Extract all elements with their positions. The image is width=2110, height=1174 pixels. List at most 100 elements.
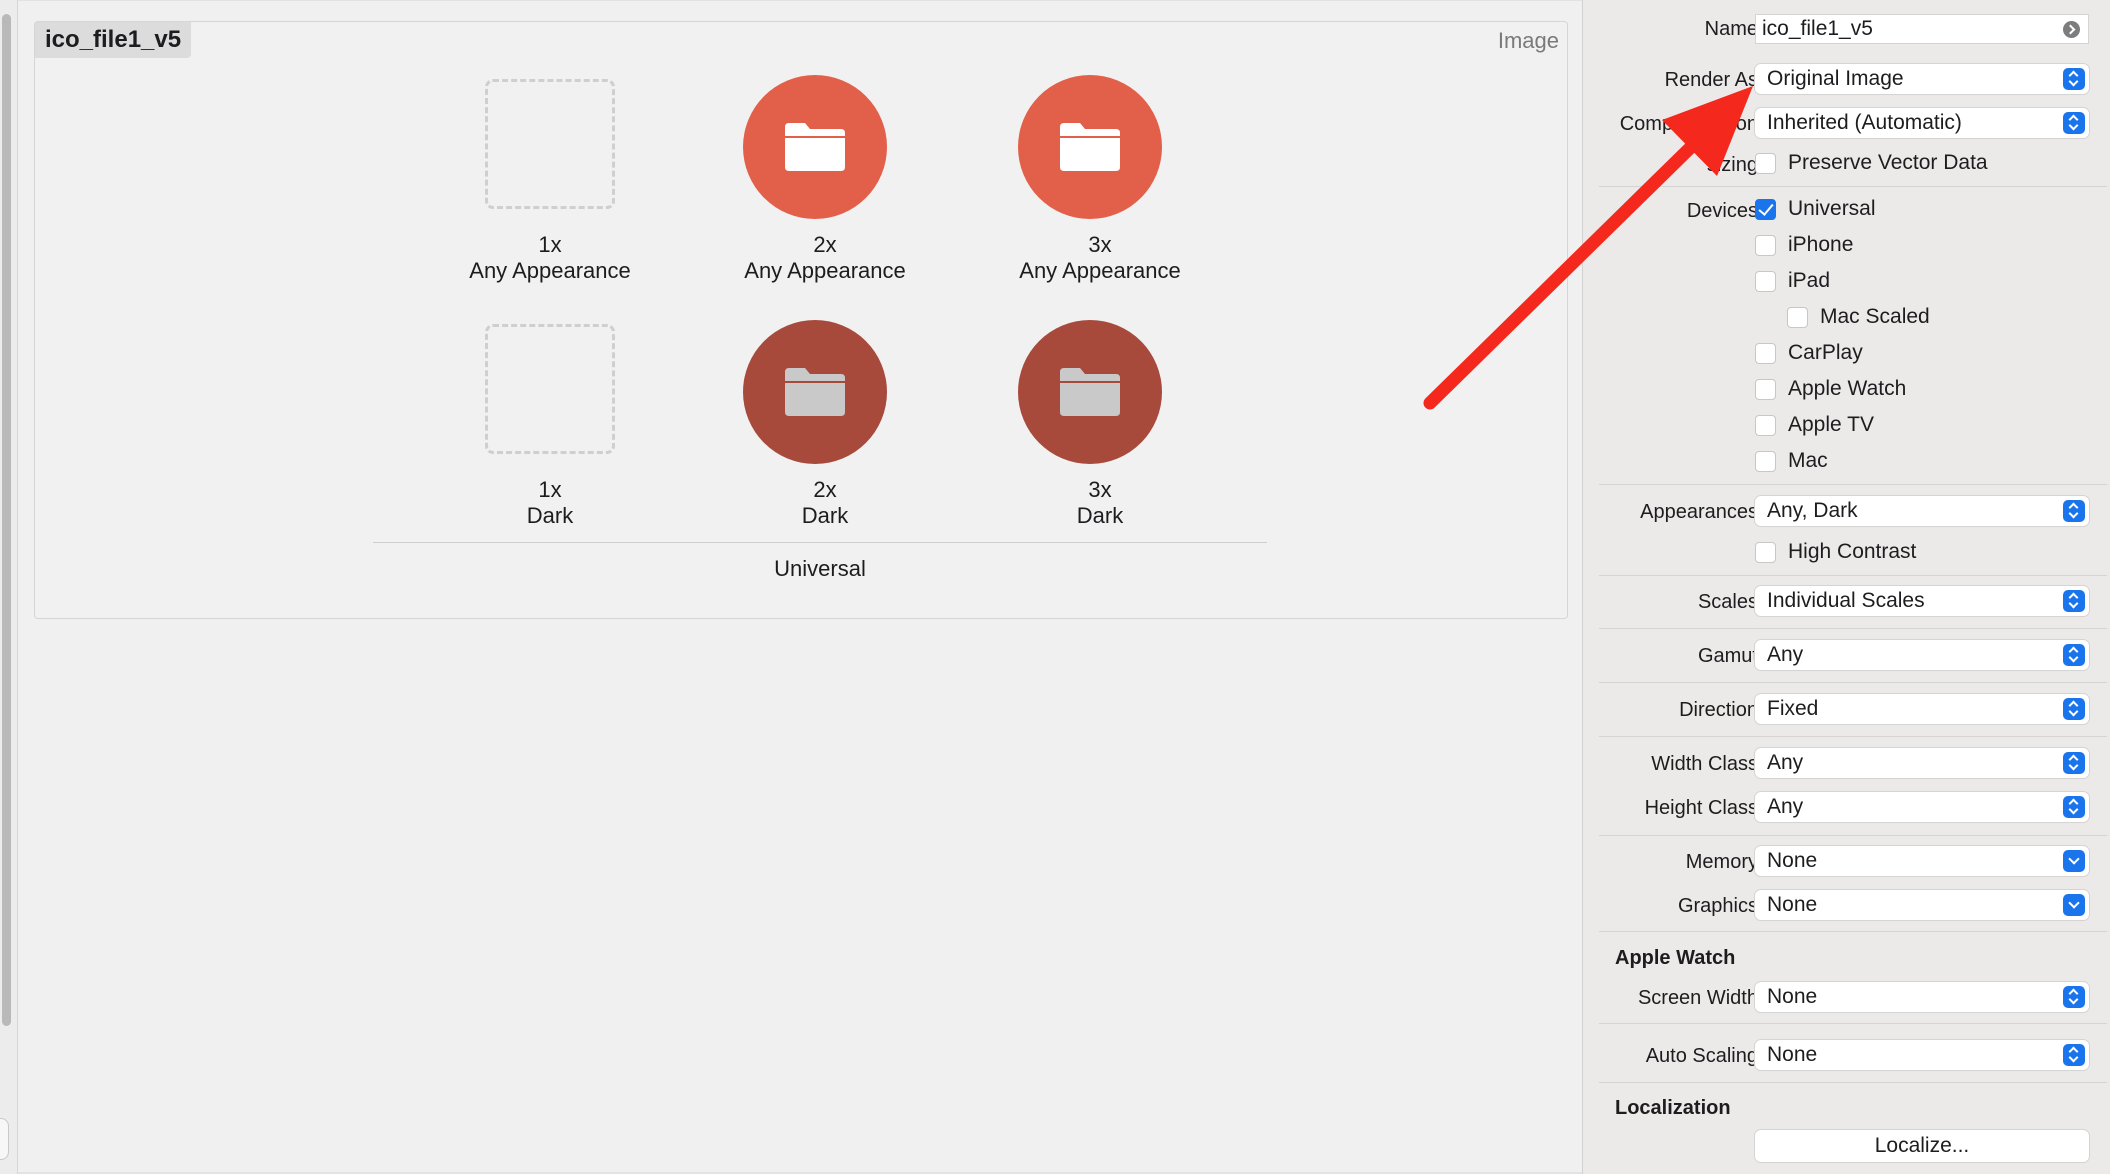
navigator-scrollbar[interactable] <box>2 14 11 1026</box>
resizing-label: sizing <box>1706 154 1758 176</box>
preserve-vector-data-checkbox[interactable]: Preserve Vector Data <box>1755 151 1988 175</box>
device-apple-tv-checkbox[interactable]: Apple TV <box>1755 413 1874 437</box>
image-set-panel: ico_file1_v5 Image 1x Any Appearance 2x … <box>34 21 1568 619</box>
auto-scaling-value: None <box>1767 1043 1818 1066</box>
scales-label: Scales <box>1697 591 1758 613</box>
folder-icon <box>1060 123 1120 171</box>
section-divider <box>1599 628 2107 629</box>
slot-3x-dark-label: 3x Dark <box>970 477 1230 529</box>
slot-2x-any-label: 2x Any Appearance <box>695 232 955 284</box>
gamut-popup[interactable]: Any <box>1755 640 2089 670</box>
appearances-popup[interactable]: Any, Dark <box>1755 496 2089 526</box>
checkbox-box[interactable] <box>1755 270 1776 292</box>
checkbox-box[interactable] <box>1755 378 1776 400</box>
popup-stepper-icon <box>2063 68 2085 90</box>
navigator-filter-edge[interactable] <box>0 1118 9 1160</box>
popup-stepper-icon <box>2063 986 2085 1008</box>
compression-label-start: Compr <box>1619 113 1680 135</box>
universal-divider <box>373 542 1267 543</box>
checkbox-box[interactable] <box>1755 541 1776 563</box>
slot-scale: 3x <box>1088 232 1112 257</box>
graphics-label: Graphics <box>1677 895 1758 917</box>
checkbox-label: Mac <box>1788 449 1828 472</box>
popup-stepper-icon <box>2063 698 2085 720</box>
popup-stepper-icon <box>2063 1044 2085 1066</box>
device-mac-checkbox[interactable]: Mac <box>1755 449 1828 473</box>
auto-scaling-popup[interactable]: None <box>1755 1040 2089 1070</box>
height-class-label: Height Class <box>1644 797 1758 819</box>
slot-1x-any-well[interactable] <box>485 79 615 209</box>
device-iphone-checkbox[interactable]: iPhone <box>1755 233 1853 257</box>
slot-3x-any-image[interactable] <box>1018 75 1162 219</box>
localize-button[interactable]: Localize... <box>1755 1130 2089 1162</box>
appearances-value: Any, Dark <box>1767 499 1858 522</box>
screen-width-popup[interactable]: None <box>1755 982 2089 1012</box>
render-as-value: Original Image <box>1767 67 1904 90</box>
graphics-value: None <box>1767 893 1818 916</box>
slot-scale: 2x <box>813 232 837 257</box>
screen-width-value: None <box>1767 985 1818 1008</box>
folder-icon <box>1060 368 1120 416</box>
slot-scale: 1x <box>538 477 562 502</box>
width-class-label: Width Class <box>1651 753 1758 775</box>
device-apple-watch-checkbox[interactable]: Apple Watch <box>1755 377 1906 401</box>
slot-appearance: Any Appearance <box>744 258 906 283</box>
checkbox-box[interactable] <box>1755 450 1776 472</box>
popup-stepper-icon <box>2063 796 2085 818</box>
scales-popup[interactable]: Individual Scales <box>1755 586 2089 616</box>
popup-stepper-icon <box>2063 752 2085 774</box>
popup-stepper-icon <box>2063 590 2085 612</box>
checkbox-box[interactable] <box>1755 152 1776 174</box>
render-as-popup[interactable]: Original Image <box>1755 64 2089 94</box>
section-divider <box>1599 575 2107 576</box>
slot-2x-any-image[interactable] <box>743 75 887 219</box>
direction-value: Fixed <box>1767 697 1819 720</box>
universal-group-label: Universal <box>774 556 866 581</box>
device-ipad-checkbox[interactable]: iPad <box>1755 269 1830 293</box>
go-to-arrow-icon[interactable] <box>2063 21 2080 38</box>
checkbox-label: Apple Watch <box>1788 377 1907 400</box>
compression-label: Compr on <box>1620 113 1758 136</box>
name-label: Name <box>1704 18 1758 40</box>
checkbox-box[interactable] <box>1755 342 1776 364</box>
checkbox-label: iPad <box>1788 269 1831 292</box>
device-carplay-checkbox[interactable]: CarPlay <box>1755 341 1863 365</box>
slot-1x-dark-label: 1x Dark <box>420 477 680 529</box>
asset-name-tab[interactable]: ico_file1_v5 <box>35 22 192 58</box>
graphics-popup[interactable]: None <box>1755 890 2089 920</box>
name-field[interactable]: ico_file1_v5 <box>1755 14 2089 44</box>
memory-popup[interactable]: None <box>1755 846 2089 876</box>
section-divider <box>1599 835 2107 836</box>
section-divider <box>1599 1082 2107 1083</box>
checkbox-label: Preserve Vector Data <box>1788 151 1988 174</box>
checkbox-box[interactable] <box>1755 414 1776 436</box>
gamut-label: Gamut <box>1697 645 1758 667</box>
checkbox-label: iPhone <box>1788 233 1854 256</box>
chevron-down-icon <box>2063 850 2085 872</box>
height-class-popup[interactable]: Any <box>1755 792 2089 822</box>
height-class-value: Any <box>1767 795 1804 818</box>
devices-label: Devices <box>1686 200 1758 222</box>
direction-popup[interactable]: Fixed <box>1755 694 2089 724</box>
checkbox-label: High Contrast <box>1788 540 1917 563</box>
checkbox-label: Mac Scaled <box>1820 305 1930 328</box>
slot-1x-dark-well[interactable] <box>485 324 615 454</box>
slot-appearance: Any Appearance <box>469 258 631 283</box>
section-divider <box>1599 484 2107 485</box>
checkbox-box[interactable] <box>1787 306 1808 328</box>
device-mac-scaled-checkbox[interactable]: Mac Scaled <box>1787 305 1930 329</box>
popup-stepper-icon <box>2063 644 2085 666</box>
slot-3x-dark-image[interactable] <box>1018 320 1162 464</box>
compression-popup[interactable]: Inherited (Automatic) <box>1755 108 2089 138</box>
name-value: ico_file1_v5 <box>1762 17 1873 40</box>
slot-2x-dark-image[interactable] <box>743 320 887 464</box>
gamut-value: Any <box>1767 643 1804 666</box>
scales-value: Individual Scales <box>1767 589 1925 612</box>
device-universal-checkbox[interactable]: Universal <box>1755 197 1876 221</box>
width-class-popup[interactable]: Any <box>1755 748 2089 778</box>
chevron-down-icon <box>2063 894 2085 916</box>
checkbox-box[interactable] <box>1755 234 1776 256</box>
high-contrast-checkbox[interactable]: High Contrast <box>1755 540 1916 564</box>
slot-1x-any-label: 1x Any Appearance <box>420 232 680 284</box>
checkbox-box[interactable] <box>1755 198 1776 220</box>
